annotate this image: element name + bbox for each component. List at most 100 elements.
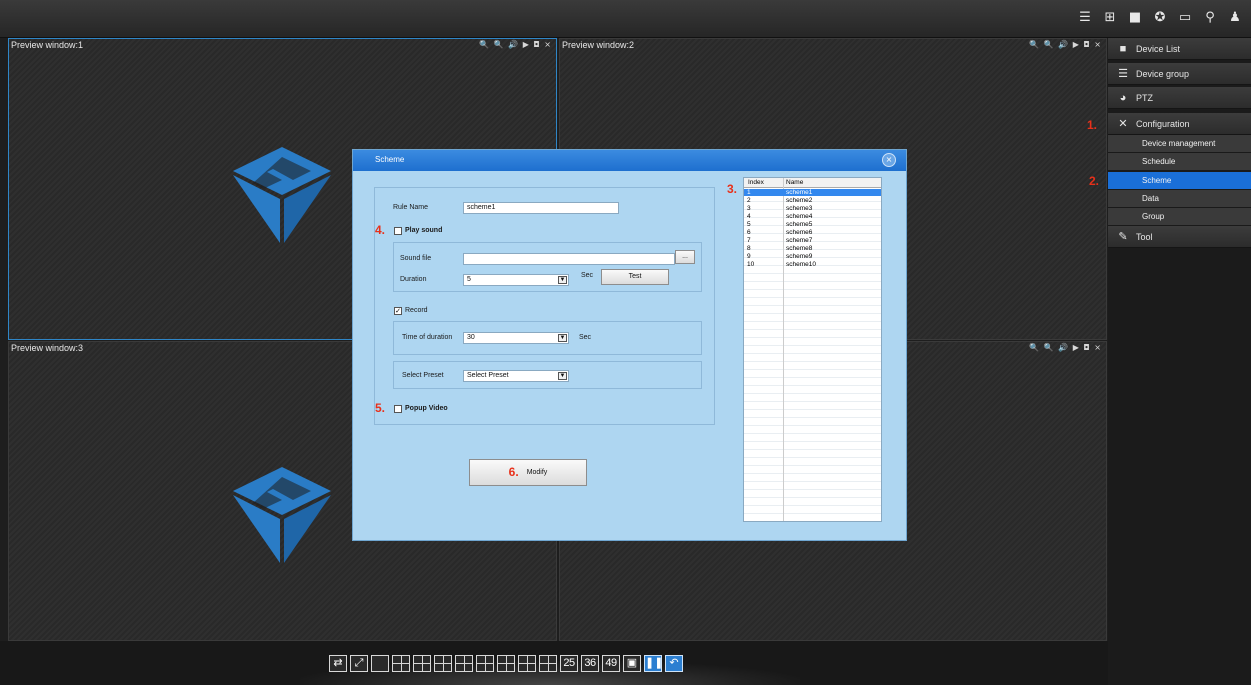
time-of-duration-value: 30 — [467, 334, 475, 341]
layout-49-button[interactable]: 49 — [602, 655, 620, 672]
layout-count-label: 49 — [605, 657, 617, 669]
tree-icon[interactable]: ⊞ — [1102, 10, 1118, 26]
layout-4-button[interactable] — [392, 655, 410, 672]
layout-20-button[interactable] — [539, 655, 557, 672]
table-row[interactable]: 3 scheme3 — [744, 205, 881, 212]
pause-button[interactable]: ❚❚ — [644, 655, 663, 672]
time-of-duration-select[interactable]: 30 ▼ — [463, 332, 569, 344]
table-row[interactable]: 10 scheme10 — [744, 261, 881, 268]
preview-controls[interactable]: 🔍 🔍 🔊 ▶ ◘ × — [1029, 40, 1102, 49]
layout-16-button[interactable] — [518, 655, 536, 672]
table-row[interactable]: 8 scheme8 — [744, 245, 881, 252]
settings-icon[interactable]: ✪ — [1152, 10, 1168, 26]
preview-controls[interactable]: 🔍 🔍 🔊 ▶ ◘ × — [479, 40, 552, 49]
row-name: scheme3 — [786, 205, 813, 212]
top-icons: ☰ ⊞ ■ ✪ ▭ ⚲ ♟ — [1077, 10, 1243, 26]
row-name: scheme6 — [786, 229, 813, 236]
chevron-down-icon: ▼ — [558, 372, 567, 380]
annotation-marker: 3. — [727, 182, 738, 196]
table-row[interactable]: 1 scheme1 — [744, 189, 881, 196]
table-row[interactable]: 2 scheme2 — [744, 197, 881, 204]
row-index: 3 — [747, 205, 751, 212]
play-sound-checkbox[interactable] — [394, 227, 402, 235]
logo-icon — [233, 467, 331, 563]
fullscreen-button[interactable]: ⤢ — [350, 655, 368, 672]
sidebar-subitem-group[interactable]: Group — [1108, 208, 1251, 226]
duration-select[interactable]: 5 ▼ — [463, 274, 569, 286]
column-header-index: Index — [748, 179, 764, 186]
list-icon[interactable]: ☰ — [1077, 10, 1093, 26]
chevron-down-icon: ▼ — [558, 334, 567, 342]
select-preset-select[interactable]: Select Preset ▼ — [463, 370, 569, 382]
app-window: ☰ ⊞ ■ ✪ ▭ ⚲ ♟ Preview window:1 🔍 🔍 🔊 ▶ ◘… — [0, 0, 1251, 685]
sidebar-item-device-list[interactable]: ■ Device List — [1108, 38, 1251, 60]
sidebar-item-ptz[interactable]: ◕ PTZ — [1108, 87, 1251, 109]
settings-group — [374, 187, 715, 425]
back-button[interactable]: ↶ — [665, 655, 683, 672]
sound-file-input[interactable] — [463, 253, 675, 265]
close-icon[interactable]: × — [882, 153, 896, 167]
select-preset-label: Select Preset — [402, 372, 444, 379]
layout-count-label: 25 — [563, 657, 575, 669]
scheme-dialog: Scheme × Rule Name scheme1 4. Play sound… — [352, 149, 907, 541]
layout-8-button[interactable] — [434, 655, 452, 672]
table-row[interactable]: 4 scheme4 — [744, 213, 881, 220]
popup-video-checkbox[interactable] — [394, 405, 402, 413]
table-row[interactable]: 5 scheme5 — [744, 221, 881, 228]
row-index: 5 — [747, 221, 751, 228]
sidebar-item-device-group[interactable]: ☰ Device group — [1108, 63, 1251, 85]
preview-window-title: Preview window:3 — [11, 343, 84, 353]
layout-toolbar: ⇄ ⤢ 25 36 49 ▣ ❚❚ ↶ — [329, 655, 683, 672]
row-name: scheme4 — [786, 213, 813, 220]
modify-button[interactable]: 6. Modify — [469, 459, 587, 486]
pin-icon[interactable]: ⚲ — [1202, 10, 1218, 26]
popup-video-label: Popup Video — [405, 405, 448, 412]
layout-13-button[interactable] — [497, 655, 515, 672]
layout-count-label: 36 — [584, 657, 596, 669]
scheme-list[interactable]: Index Name 1 scheme1 2 scheme2 3 scheme3 4 sche… — [743, 177, 882, 522]
table-row[interactable]: 7 scheme7 — [744, 237, 881, 244]
layout-25-button[interactable]: 25 — [560, 655, 578, 672]
sidebar-subitem-scheme[interactable]: Scheme — [1108, 172, 1251, 190]
user-icon[interactable]: ♟ — [1227, 10, 1243, 26]
wrench-icon: ✎ — [1118, 231, 1128, 243]
time-of-duration-label: Time of duration — [402, 334, 453, 341]
layout-6-button[interactable] — [413, 655, 431, 672]
browse-button[interactable]: ... — [675, 250, 695, 264]
modify-label: Modify — [526, 469, 548, 476]
row-index: 10 — [747, 261, 755, 268]
table-row[interactable]: 9 scheme9 — [744, 253, 881, 260]
row-name: scheme5 — [786, 221, 813, 228]
camera-icon[interactable]: ■ — [1127, 10, 1143, 26]
row-index: 7 — [747, 237, 751, 244]
layout-10-button[interactable] — [476, 655, 494, 672]
top-toolbar: ☰ ⊞ ■ ✪ ▭ ⚲ ♟ — [0, 0, 1251, 38]
layout-1-button[interactable] — [371, 655, 389, 672]
tools-icon: ✕ — [1118, 118, 1128, 130]
play-sound-label: Play sound — [405, 227, 443, 234]
layout-9-button[interactable] — [455, 655, 473, 672]
sidebar-subitem-data[interactable]: Data — [1108, 190, 1251, 208]
sidebar-subitem-schedule[interactable]: Schedule — [1108, 153, 1251, 171]
switch-button[interactable]: ⇄ — [329, 655, 347, 672]
rule-name-input[interactable]: scheme1 — [463, 202, 619, 214]
record-checkbox[interactable]: ✓ — [394, 307, 402, 315]
row-name: scheme9 — [786, 253, 813, 260]
table-row[interactable]: 6 scheme6 — [744, 229, 881, 236]
test-button[interactable]: Test — [601, 269, 669, 285]
monitor-icon[interactable]: ▭ — [1177, 10, 1193, 26]
sidebar-subitem-device-management[interactable]: Device management — [1108, 135, 1251, 153]
sidebar-item-label: Tool — [1136, 232, 1153, 242]
annotation-marker: 4. — [375, 223, 386, 237]
layout-36-button[interactable]: 36 — [581, 655, 599, 672]
sidebar-item-tool[interactable]: ✎ Tool — [1108, 226, 1251, 248]
sidebar-item-label: PTZ — [1136, 93, 1153, 103]
preview-controls[interactable]: 🔍 🔍 🔊 ▶ ◘ × — [1029, 343, 1102, 352]
row-index: 9 — [747, 253, 751, 260]
annotation-marker: 5. — [375, 401, 386, 415]
sidebar-item-label: Device List — [1136, 44, 1181, 54]
annotation-marker: 1. — [1087, 118, 1098, 132]
record-button[interactable]: ▣ — [623, 655, 641, 672]
sidebar-item-label: Device group — [1136, 69, 1190, 79]
sidebar-item-configuration[interactable]: ✕ Configuration — [1108, 113, 1251, 135]
